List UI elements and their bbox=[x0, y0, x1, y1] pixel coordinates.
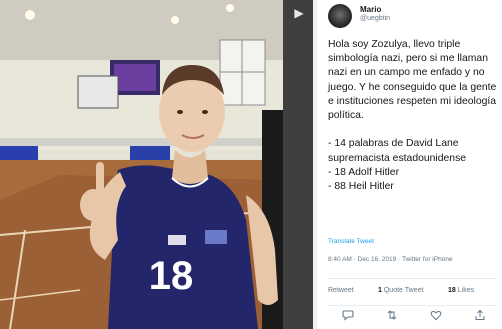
tweet-actions bbox=[328, 309, 498, 325]
retweet-icon[interactable] bbox=[384, 309, 400, 325]
chevron-right-icon[interactable]: ▶ bbox=[292, 6, 306, 20]
divider bbox=[328, 305, 496, 306]
tweet-timestamp[interactable]: 8:40 AM · Dec 16, 2019 · Twitter for iPh… bbox=[328, 256, 453, 263]
photo-illustration bbox=[0, 0, 283, 329]
retweet-label: Retweet bbox=[328, 287, 354, 294]
jersey-number: 18 bbox=[148, 254, 194, 298]
media-divider bbox=[283, 0, 313, 329]
quote-count: 1 bbox=[378, 287, 382, 294]
like-label: Likes bbox=[457, 287, 475, 294]
tweet-card: Mario @uegbtin Hola soy Zozulya, llevo t… bbox=[318, 0, 502, 329]
translate-tweet-link[interactable]: Translate Tweet bbox=[328, 238, 374, 245]
heart-icon[interactable] bbox=[428, 309, 444, 325]
tweet-photo[interactable]: 18 bbox=[0, 0, 283, 329]
tweet-stats: Retweet 1 Quote Tweet 18 Likes bbox=[328, 287, 498, 299]
retweets-stat[interactable]: Retweet bbox=[328, 287, 354, 294]
divider bbox=[328, 278, 496, 279]
likes-stat[interactable]: 18 Likes bbox=[448, 287, 474, 294]
tweet-text: Hola soy Zozulya, llevo triple simbologí… bbox=[328, 39, 497, 193]
panel-gap bbox=[313, 0, 317, 329]
reply-icon[interactable] bbox=[340, 309, 356, 325]
author-name[interactable]: Mario bbox=[360, 5, 381, 14]
quote-label: Quote Tweet bbox=[383, 287, 424, 294]
author-handle[interactable]: @uegbtin bbox=[360, 15, 390, 22]
avatar[interactable] bbox=[328, 4, 352, 28]
share-icon[interactable] bbox=[472, 309, 488, 325]
like-count: 18 bbox=[448, 287, 456, 294]
quotes-stat[interactable]: 1 Quote Tweet bbox=[378, 287, 423, 294]
